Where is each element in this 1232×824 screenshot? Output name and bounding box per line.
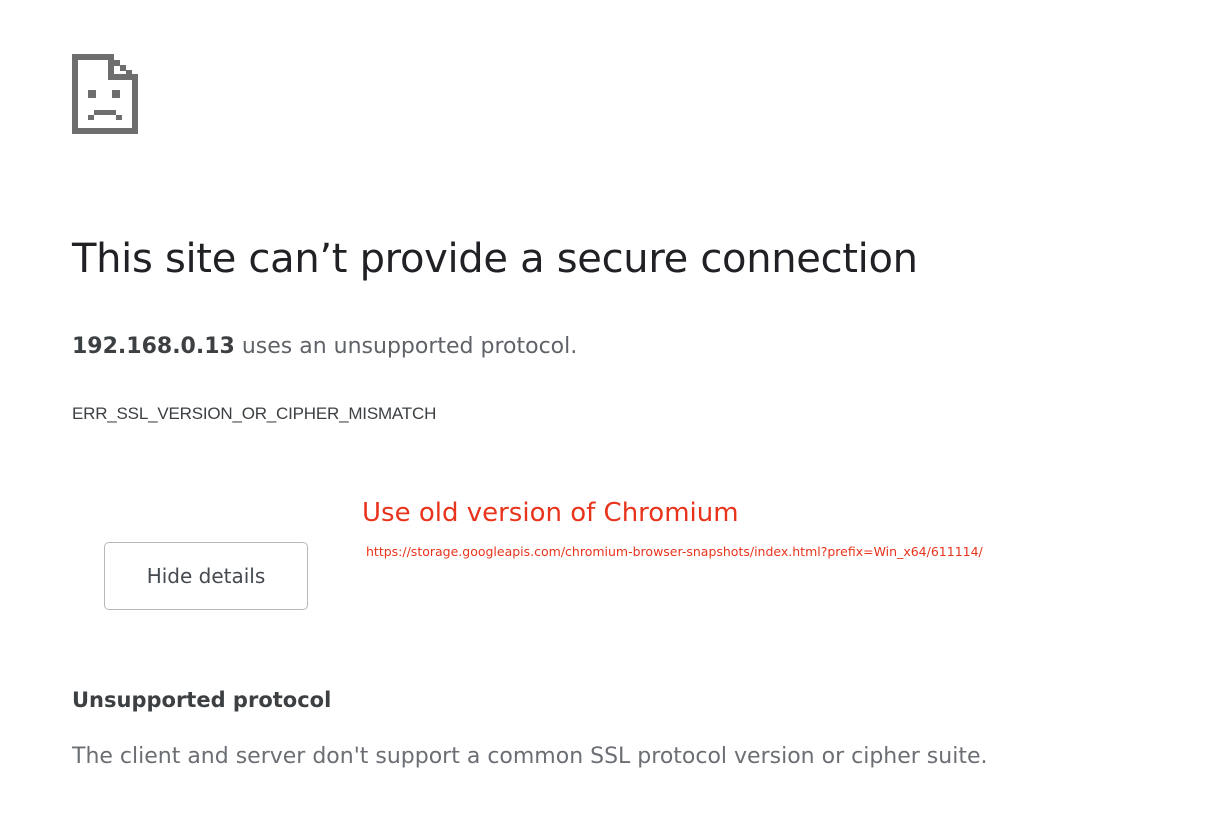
annotation-url[interactable]: https://storage.googleapis.com/chromium-… <box>366 544 983 559</box>
annotation-title: Use old version of Chromium <box>362 498 739 528</box>
error-summary: 192.168.0.13 uses an unsupported protoco… <box>72 334 577 359</box>
host-address: 192.168.0.13 <box>72 334 235 359</box>
details-heading: Unsupported protocol <box>72 688 332 712</box>
page-title: This site can’t provide a secure connect… <box>72 236 918 282</box>
summary-text: uses an unsupported protocol. <box>234 334 578 359</box>
error-code: ERR_SSL_VERSION_OR_CIPHER_MISMATCH <box>72 404 437 423</box>
details-body: The client and server don't support a co… <box>72 744 988 769</box>
hide-details-button[interactable]: Hide details <box>104 542 308 610</box>
sad-page-icon <box>72 52 138 136</box>
